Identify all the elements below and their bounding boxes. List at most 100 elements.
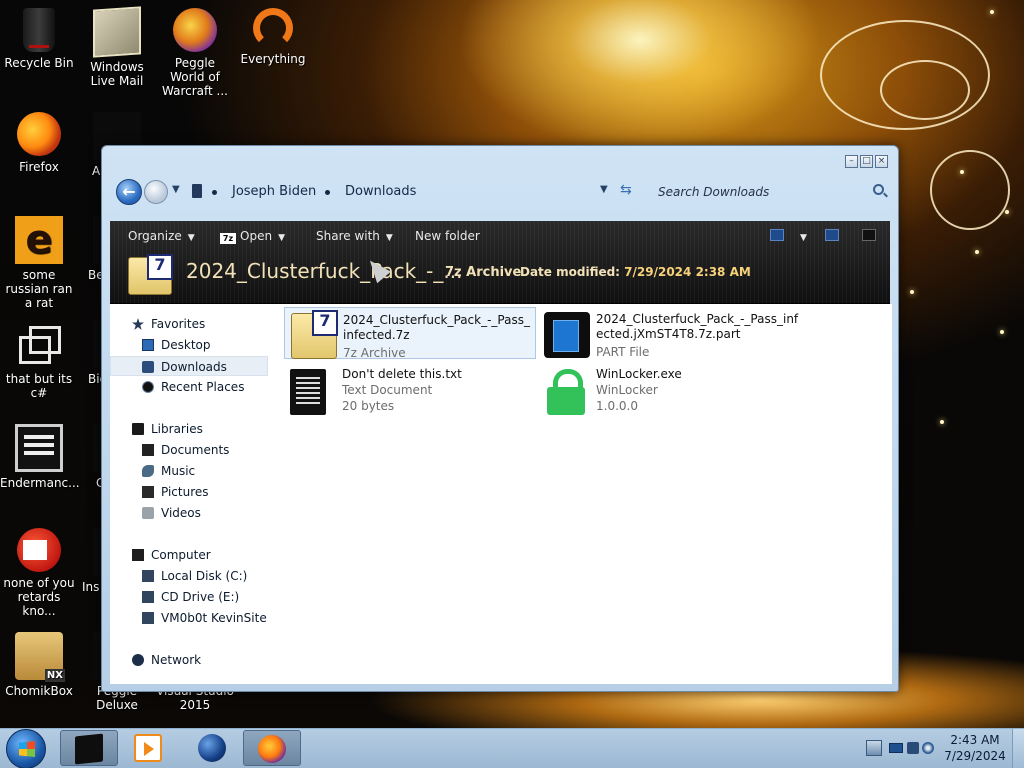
preview-pane-icon[interactable]	[825, 229, 839, 241]
desktop-icon-label: Recycle Bin	[4, 56, 74, 70]
desktop-icon-peggle-wow[interactable]: Peggle World of Warcraft ...	[156, 8, 234, 98]
desktop-icon-recycle-bin[interactable]: Recycle Bin	[0, 8, 78, 70]
padlock-icon	[544, 369, 590, 415]
taskbar-globe-app[interactable]	[184, 730, 242, 766]
nav-label: Desktop	[161, 338, 211, 352]
network-icon	[132, 654, 144, 666]
back-button[interactable]: ←	[116, 179, 142, 205]
chomikbox-icon	[15, 632, 65, 682]
desktop-icon-that-but-csharp[interactable]: that but its c#	[0, 320, 78, 400]
share-with-button[interactable]: Share with ▼	[316, 229, 393, 243]
close-button[interactable]: ×	[875, 155, 888, 168]
star-icon	[132, 318, 144, 330]
forward-button[interactable]	[144, 180, 168, 204]
nav-pictures[interactable]: Pictures	[110, 482, 268, 502]
nav-recent-places[interactable]: Recent Places	[110, 377, 268, 397]
7z-archive-icon	[291, 310, 338, 359]
peggle-icon	[173, 8, 217, 52]
change-view-icon[interactable]	[770, 229, 784, 241]
music-icon	[142, 465, 154, 477]
nav-label: VM0b0t KevinSite	[161, 611, 267, 625]
desktop-icon-everything[interactable]: Everything	[234, 8, 312, 66]
address-dropdown[interactable]: ▼	[600, 184, 608, 195]
action-center-icon[interactable]	[889, 743, 903, 753]
breadcrumb-joseph-biden[interactable]: Joseph Biden	[232, 184, 316, 199]
wallpaper-sparkle	[1000, 330, 1004, 334]
nav-videos[interactable]: Videos	[110, 503, 268, 523]
search-icon[interactable]	[873, 184, 884, 195]
desktop-icon-endermanch[interactable]: Endermanc...	[0, 424, 80, 490]
desktop-icon-label: none of you retards kno...	[3, 576, 75, 618]
nav-label: Downloads	[161, 360, 227, 374]
wallpaper-sparkle	[990, 10, 994, 14]
breadcrumb-downloads[interactable]: Downloads	[345, 184, 416, 199]
file-item[interactable]: 2024_Clusterfuck_Pack_-_Pass_infected.7z…	[284, 307, 536, 360]
nav-music[interactable]: Music	[110, 461, 268, 481]
window-controls: – □ ×	[845, 155, 888, 168]
desktop-icon-firefox[interactable]: Firefox	[0, 112, 78, 174]
nav-network-share[interactable]: VM0b0t KevinSite	[110, 608, 268, 628]
file-item[interactable]: 2024_Clusterfuck_Pack_-_Pass_infected.jX…	[538, 307, 806, 359]
breadcrumb-separator[interactable]	[212, 190, 217, 195]
new-folder-button[interactable]: New folder	[415, 229, 480, 243]
language-icon[interactable]	[866, 740, 882, 756]
file-size: 20 bytes	[342, 399, 395, 413]
file-description: WinLocker	[596, 383, 658, 397]
organize-button[interactable]: Organize ▼	[128, 229, 195, 243]
nav-label: CD Drive (E:)	[161, 590, 240, 604]
desktop-icon-russian-rat[interactable]: e some russian ran a rat	[0, 216, 78, 310]
open-button[interactable]: 7z Open ▼	[220, 229, 285, 244]
nav-cd-drive[interactable]: CD Drive (E:)	[110, 587, 268, 607]
nav-libraries[interactable]: Libraries	[110, 419, 268, 439]
minimize-button[interactable]: –	[845, 155, 858, 168]
clock-time: 2:43 AM	[950, 733, 1000, 747]
volume-icon[interactable]	[922, 742, 934, 754]
desktop-icon-label: ChomikBox	[5, 684, 73, 698]
nav-local-disk[interactable]: Local Disk (C:)	[110, 566, 268, 586]
nav-computer[interactable]: Computer	[110, 545, 268, 565]
file-list: 2024_Clusterfuck_Pack_-_Pass_infected.7z…	[280, 304, 892, 684]
search-input[interactable]: Search Downloads	[648, 179, 890, 205]
downloads-icon	[142, 361, 154, 373]
desktop-icon-windows-live-mail[interactable]: Windows Live Mail	[78, 6, 156, 88]
nav-label: Music	[161, 464, 196, 478]
recycle-bin-icon	[23, 8, 55, 52]
desktop-icon-chomikbox[interactable]: ChomikBox	[0, 632, 78, 698]
terminal-icon	[15, 424, 63, 472]
desktop-icon-label: that but its c#	[5, 372, 73, 400]
file-version: 1.0.0.0	[596, 399, 638, 413]
desktop-icon	[142, 339, 154, 351]
help-icon[interactable]	[862, 229, 876, 241]
desktop-icon-none-of-you[interactable]: none of you retards kno...	[0, 528, 78, 618]
taskbar-explorer[interactable]	[60, 730, 118, 766]
nav-label: Libraries	[151, 422, 203, 436]
refresh-icon[interactable]: ⇆	[620, 182, 632, 198]
breadcrumb-separator[interactable]	[325, 190, 330, 195]
network-icon[interactable]	[907, 742, 919, 754]
globe-icon	[198, 734, 226, 762]
details-modified-label: Date modified:	[520, 265, 620, 279]
recent-pages-dropdown[interactable]: ▼	[172, 184, 180, 195]
nav-desktop[interactable]: Desktop	[110, 335, 268, 355]
address-bar-row: ← ▼ Joseph Biden Downloads ▼ ⇆ Search Do…	[112, 176, 888, 208]
nav-label: Favorites	[151, 317, 206, 331]
taskbar-firefox[interactable]	[243, 730, 301, 766]
view-options-dropdown[interactable]: ▼	[794, 229, 807, 243]
nav-downloads[interactable]: Downloads	[110, 356, 268, 376]
start-button[interactable]	[6, 729, 46, 768]
nav-label: Computer	[151, 548, 211, 562]
show-desktop-button[interactable]	[1012, 729, 1024, 768]
maximize-button[interactable]: □	[860, 155, 873, 168]
nav-network[interactable]: Network	[110, 650, 268, 670]
nav-documents[interactable]: Documents	[110, 440, 268, 460]
clock[interactable]: 2:43 AM 7/29/2024	[940, 732, 1010, 764]
file-item[interactable]: WinLocker.exe WinLocker 1.0.0.0	[538, 364, 790, 434]
wallpaper-swirl	[880, 60, 970, 120]
taskbar-media-player[interactable]	[120, 730, 178, 766]
file-item[interactable]: Don't delete this.txt Text Document 20 b…	[284, 364, 536, 434]
nav-label: Pictures	[161, 485, 209, 499]
recent-places-icon	[142, 381, 154, 393]
open-label: Open	[240, 229, 273, 243]
nav-favorites[interactable]: Favorites	[110, 314, 268, 334]
explorer-window[interactable]: – □ × ← ▼ Joseph Biden Downloads ▼ ⇆ Sea…	[101, 145, 899, 692]
